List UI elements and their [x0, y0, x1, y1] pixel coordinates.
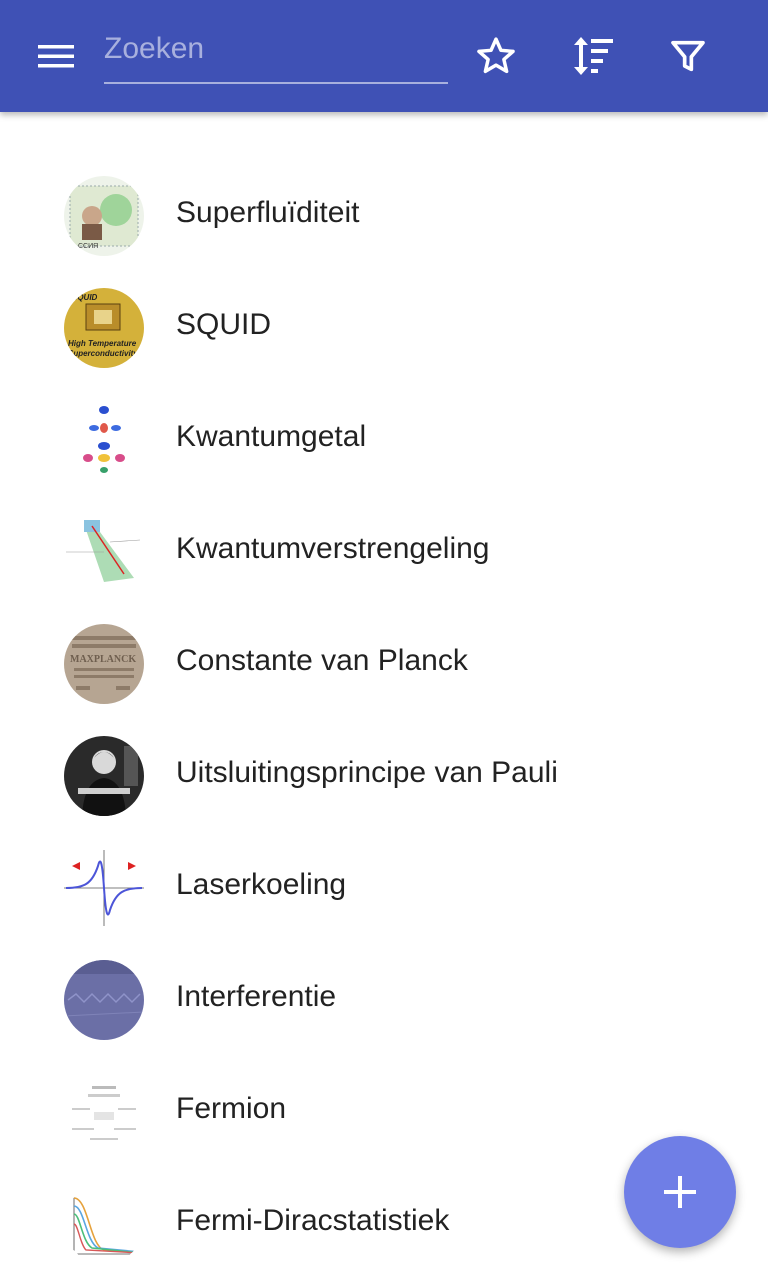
- plus-icon: [664, 1176, 696, 1208]
- article-title: Fermion: [176, 1092, 287, 1125]
- article-title: Constante van Planck: [176, 644, 468, 677]
- menu-button[interactable]: [24, 24, 88, 88]
- svg-text:High Temperature: High Temperature: [68, 339, 137, 348]
- favorites-button[interactable]: [464, 24, 528, 88]
- list-item-constante-van-planck[interactable]: MAXPLANCK Constante van Planck: [0, 608, 768, 720]
- svg-text:SQUID: SQUID: [72, 293, 98, 302]
- menu-icon: [38, 45, 74, 68]
- star-outline-icon: [477, 37, 515, 74]
- article-thumbnail: MAXPLANCK: [64, 624, 144, 704]
- article-thumbnail: [64, 400, 144, 480]
- article-title: Kwantumgetal: [176, 420, 367, 453]
- article-thumbnail: [64, 960, 144, 1040]
- article-thumbnail: [64, 1072, 144, 1152]
- article-title: SQUID: [176, 308, 272, 341]
- article-title: Fermi-Diracstatistiek: [176, 1204, 450, 1237]
- search-field[interactable]: [104, 22, 448, 84]
- article-title: Uitsluitingsprincipe van Pauli: [176, 756, 558, 789]
- sort-icon: [574, 37, 613, 75]
- filter-icon: [671, 40, 705, 72]
- article-thumbnail: ССИЯ: [64, 176, 144, 256]
- svg-text:MAXPLANCK: MAXPLANCK: [70, 654, 136, 665]
- list-item-superfluiditeit[interactable]: ССИЯ Superfluïditeit: [0, 160, 768, 272]
- list-item-kwantumverstrengeling[interactable]: Kwantumverstrengeling: [0, 496, 768, 608]
- search-input[interactable]: [104, 22, 448, 76]
- article-thumbnail: [64, 848, 144, 928]
- list-item-kwantumgetal[interactable]: Kwantumgetal: [0, 384, 768, 496]
- article-title: Kwantumverstrengeling: [176, 532, 490, 565]
- article-thumbnail: [64, 512, 144, 592]
- list-item-interferentie[interactable]: Interferentie: [0, 944, 768, 1056]
- article-title: Laserkoeling: [176, 868, 347, 901]
- svg-text:ССИЯ: ССИЯ: [78, 243, 98, 250]
- add-button[interactable]: [624, 1136, 736, 1248]
- app-bar: [0, 0, 768, 112]
- sort-button[interactable]: [560, 24, 624, 88]
- article-thumbnail: SQUID High Temperature Superconductivity: [64, 288, 144, 368]
- article-thumbnail: [64, 1184, 144, 1264]
- list-item-uitsluitingsprincipe-van-pauli[interactable]: Uitsluitingsprincipe van Pauli: [0, 720, 768, 832]
- article-thumbnail: [64, 736, 144, 816]
- list-item-laserkoeling[interactable]: Laserkoeling: [0, 832, 768, 944]
- article-list: ССИЯ Superfluïditeit SQUID High Temperat…: [0, 160, 768, 1280]
- article-title: Interferentie: [176, 980, 337, 1013]
- list-item-squid[interactable]: SQUID High Temperature Superconductivity…: [0, 272, 768, 384]
- filter-button[interactable]: [656, 24, 720, 88]
- article-title: Superfluïditeit: [176, 196, 360, 229]
- svg-text:Superconductivity: Superconductivity: [68, 349, 138, 358]
